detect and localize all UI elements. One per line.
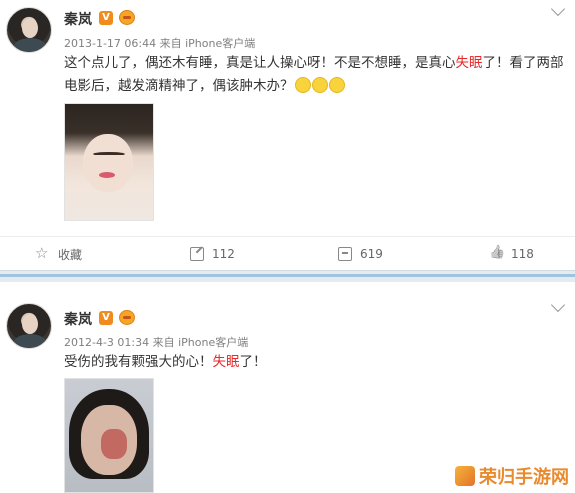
post-meta: 2012-4-3 01:34 来自 iPhone客户端 <box>64 336 249 349</box>
like-button[interactable]: 118 <box>489 237 534 271</box>
favorite-button[interactable]: 收藏 <box>35 237 82 271</box>
verified-badge-icon: V <box>99 311 113 325</box>
star-icon <box>35 244 50 262</box>
post-photo[interactable] <box>64 103 154 221</box>
comment-button[interactable]: 619 <box>338 237 383 271</box>
avatar[interactable] <box>6 7 52 53</box>
member-crown-icon[interactable] <box>119 10 135 25</box>
comment-icon <box>338 247 352 261</box>
highlight-text: 失眠 <box>212 354 240 370</box>
action-bar: 收藏 112 619 118 <box>0 236 575 270</box>
verified-badge-icon: V <box>99 11 113 25</box>
emoji-icon <box>311 77 328 93</box>
feed-divider <box>0 270 575 282</box>
highlight-text: 失眠 <box>455 55 483 71</box>
weibo-feed: 秦岚 V 2013-1-17 06:44 来自 iPhone客户端 这个点儿了，… <box>0 0 575 493</box>
share-icon <box>190 247 204 261</box>
post-text: 受伤的我有颗强大的心！失眠了！ <box>64 354 267 370</box>
emoji-icon <box>328 77 345 93</box>
watermark-logo-icon <box>455 466 475 486</box>
username[interactable]: 秦岚 <box>64 309 92 329</box>
post-meta: 2013-1-17 06:44 来自 iPhone客户端 <box>64 37 256 50</box>
post-photo[interactable] <box>64 378 154 493</box>
member-crown-icon[interactable] <box>119 310 135 325</box>
chevron-down-icon[interactable] <box>550 1 566 17</box>
emoji-icon <box>294 77 311 93</box>
avatar[interactable] <box>6 303 52 349</box>
weibo-post: 秦岚 V 2013-1-17 06:44 来自 iPhone客户端 这个点儿了，… <box>0 0 575 270</box>
site-watermark: 荣归手游网 <box>455 461 569 491</box>
chevron-down-icon[interactable] <box>550 297 566 313</box>
repost-button[interactable]: 112 <box>190 237 235 271</box>
thumbs-up-icon <box>489 247 503 261</box>
username[interactable]: 秦岚 <box>64 9 92 29</box>
post-text: 这个点儿了，偶还木有睡，真是让人操心呀！不是不想睡，是真心失眠了！看了两部电影后… <box>64 55 564 94</box>
